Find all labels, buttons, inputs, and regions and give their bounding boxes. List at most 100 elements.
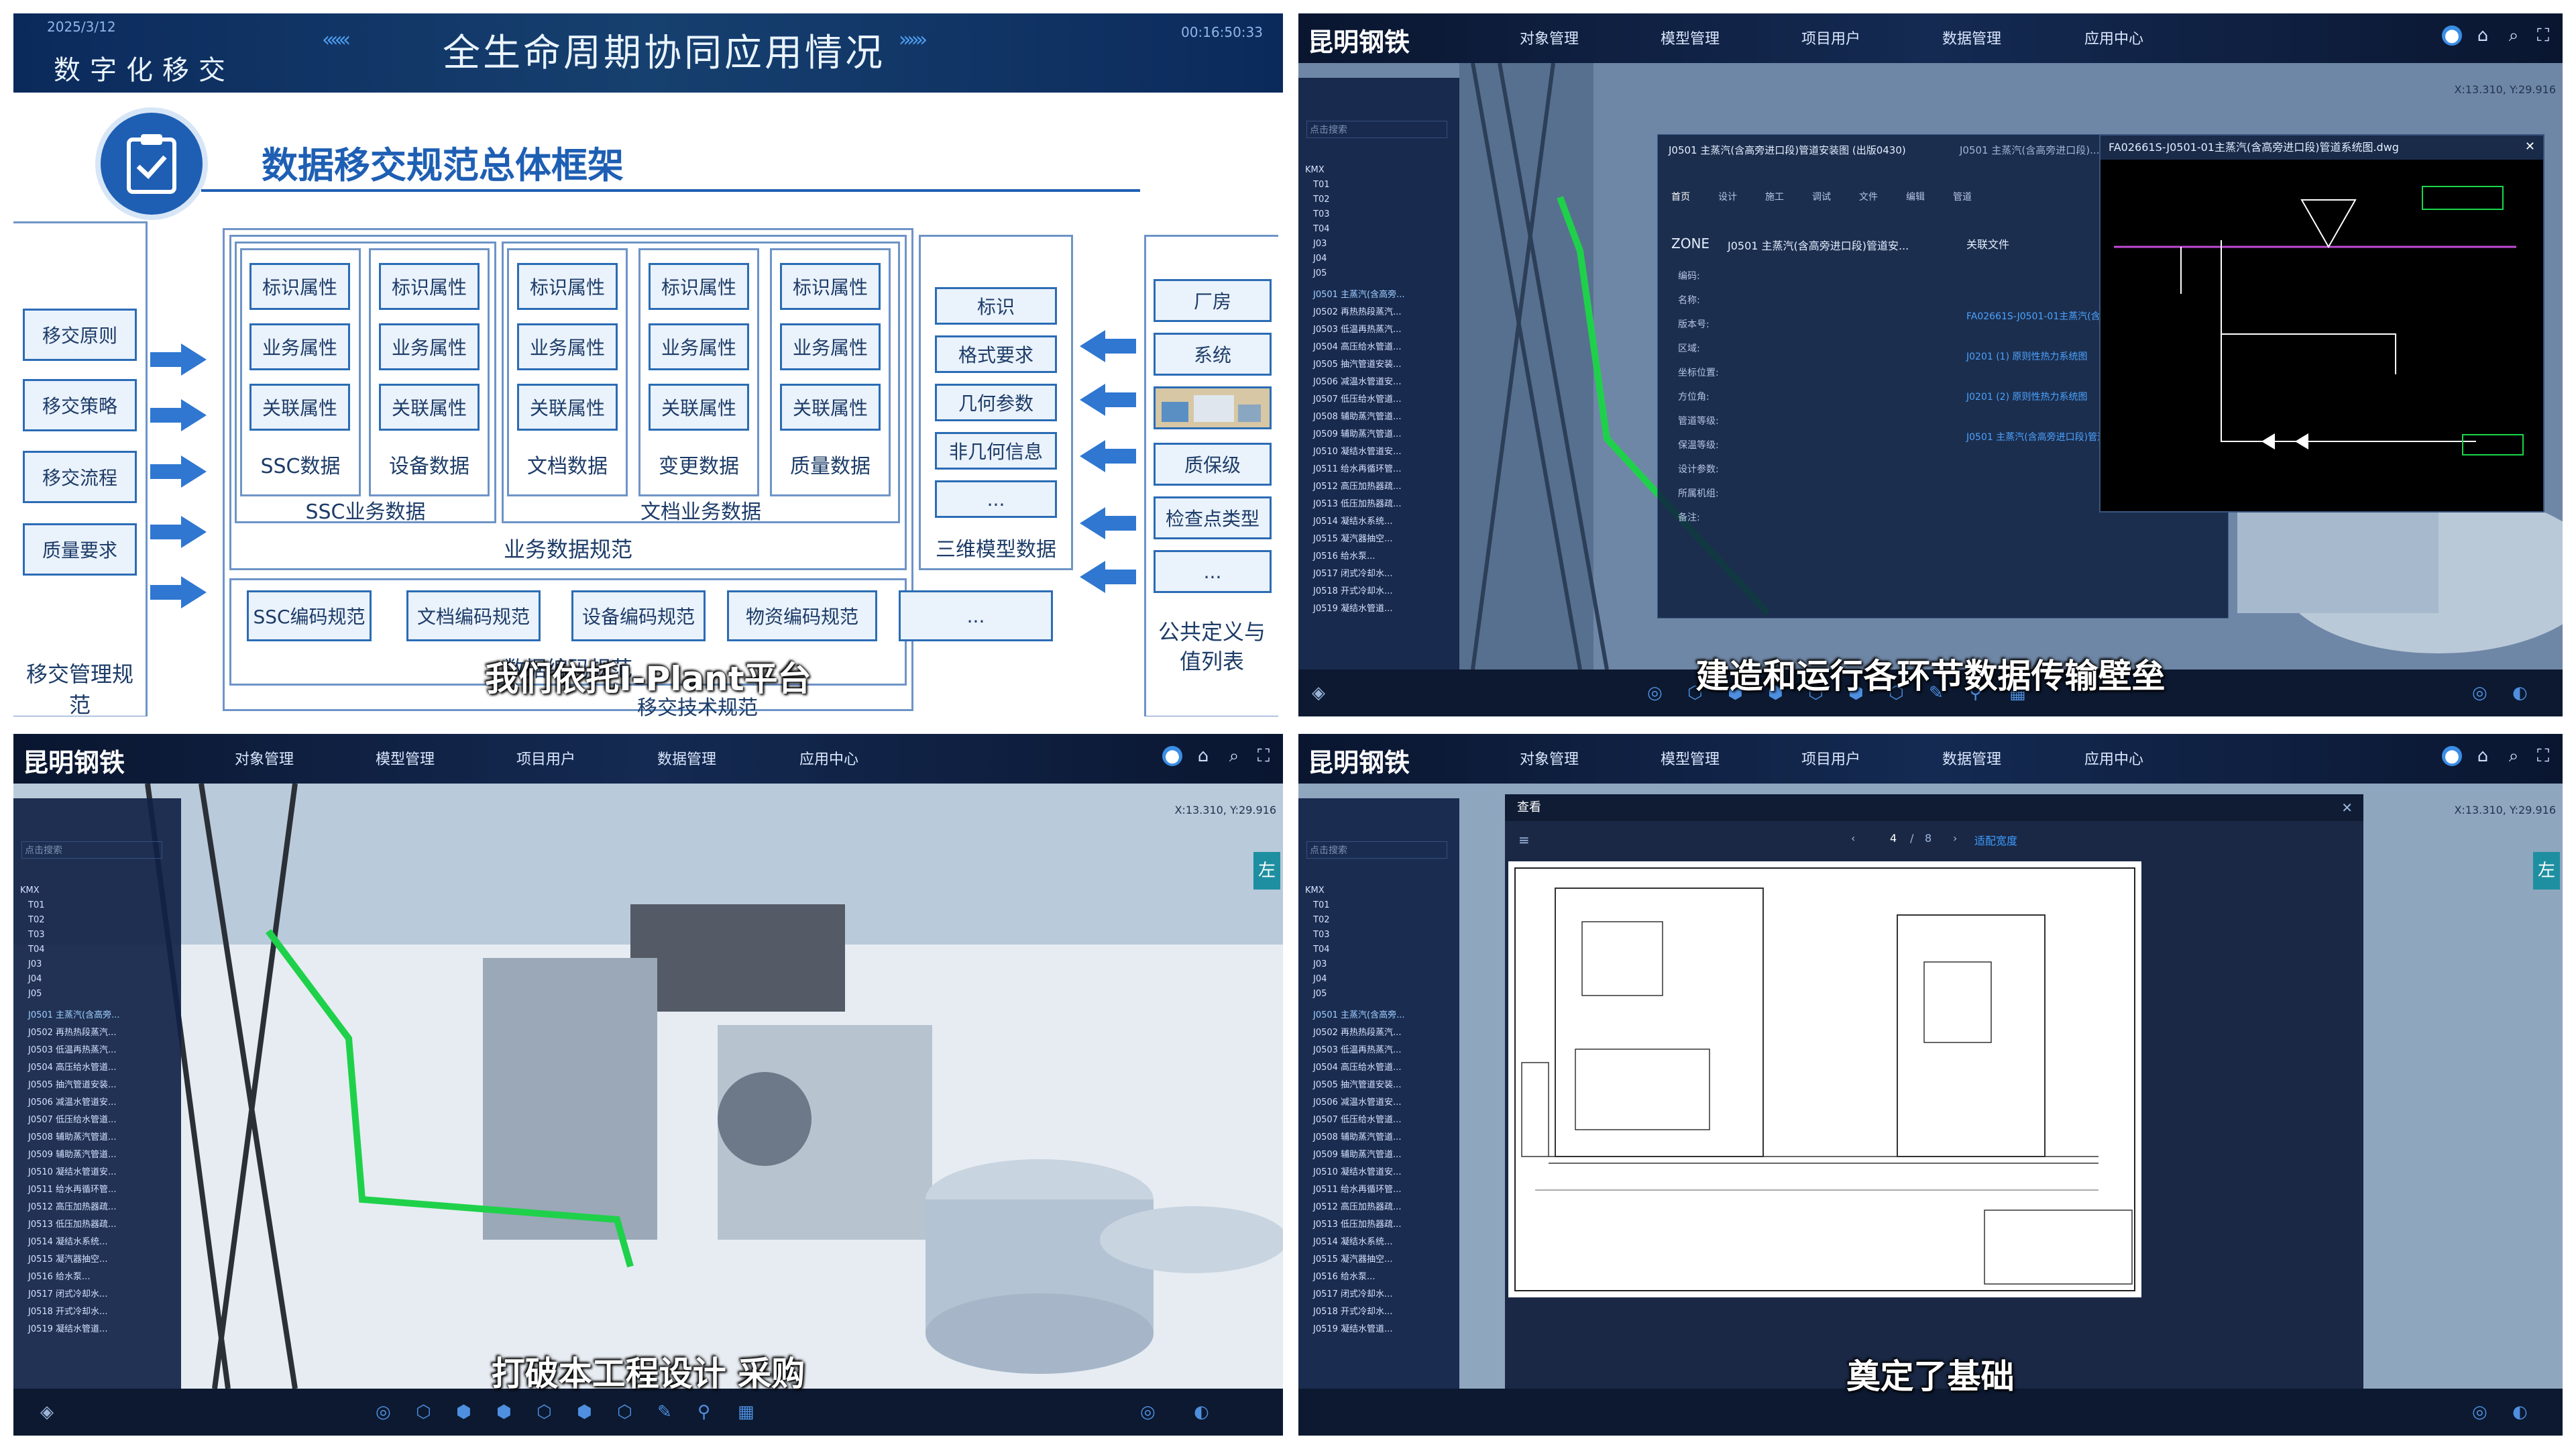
tree-search-input[interactable]: 点击搜索 xyxy=(21,841,162,859)
tree-item[interactable]: J0506 减温水管道安... xyxy=(1313,1095,1401,1108)
tree-item[interactable]: J0507 低压给水管道... xyxy=(28,1112,116,1125)
nav-data-mgmt[interactable]: 数据管理 xyxy=(657,747,716,769)
search-icon[interactable]: ⌕ xyxy=(2504,746,2524,766)
tree-item[interactable]: J0503 低温再热蒸汽... xyxy=(1313,322,1401,335)
tree-node[interactable]: J05 xyxy=(28,989,42,999)
tree-item[interactable]: J0514 凝结水系统... xyxy=(1313,514,1392,527)
tool-icon[interactable]: ◐ xyxy=(1194,1402,1209,1422)
tree-node[interactable]: T02 xyxy=(1313,195,1329,205)
user-avatar-icon[interactable]: ● xyxy=(1162,746,1182,766)
view-left-badge[interactable]: 左 xyxy=(1253,852,1280,890)
tree-node[interactable]: T04 xyxy=(1313,224,1329,234)
nav-data-mgmt[interactable]: 数据管理 xyxy=(1942,27,2001,48)
tree-item[interactable]: J0504 高压给水管道... xyxy=(1313,1060,1401,1073)
tree-item[interactable]: J0502 再热热段蒸汽... xyxy=(28,1025,116,1038)
tree-node[interactable]: J04 xyxy=(1313,974,1327,984)
tree-item[interactable]: J0517 闭式冷却水... xyxy=(28,1287,107,1299)
nav-object-mgmt[interactable]: 对象管理 xyxy=(1520,747,1579,769)
tree-item[interactable]: J0518 开式冷却水... xyxy=(28,1304,107,1317)
tree-item[interactable]: J0506 减温水管道安... xyxy=(1313,374,1401,387)
tree-item[interactable]: J0514 凝结水系统... xyxy=(1313,1234,1392,1247)
tree-node[interactable]: T03 xyxy=(28,930,44,940)
cad-drawing-page[interactable] xyxy=(1508,861,2141,1297)
subtab-edit[interactable]: 编辑 xyxy=(1906,190,1925,203)
nav-project-users[interactable]: 项目用户 xyxy=(516,747,575,769)
tree-item[interactable]: J0505 抽汽管道安装... xyxy=(1313,1077,1401,1090)
tool-icon[interactable]: ⬡ xyxy=(416,1402,431,1422)
tree-search-input[interactable]: 点击搜索 xyxy=(1306,841,1447,859)
fullscreen-icon[interactable]: ⛶ xyxy=(1253,746,1274,766)
tree-item[interactable]: J0501 主蒸汽(含高旁... xyxy=(1313,1008,1405,1020)
related-file-link[interactable]: J0201 (2) 原则性热力系统图 xyxy=(1966,390,2088,403)
tree-item[interactable]: J0501 主蒸汽(含高旁... xyxy=(28,1008,120,1020)
tree-item[interactable]: J0510 凝结水管道安... xyxy=(1313,444,1401,457)
home-icon[interactable]: ⌂ xyxy=(1193,746,1213,766)
tree-item[interactable]: J0502 再热热段蒸汽... xyxy=(1313,305,1401,317)
tree-item[interactable]: J0509 辅助蒸汽管道... xyxy=(1313,427,1401,439)
tree-item[interactable]: J0511 给水再循环管... xyxy=(1313,462,1401,474)
search-icon[interactable]: ⌕ xyxy=(2504,25,2524,46)
tree-item[interactable]: J0503 低温再热蒸汽... xyxy=(1313,1042,1401,1055)
next-page-icon[interactable]: › xyxy=(1953,832,1957,845)
tool-icon[interactable]: ⬡ xyxy=(537,1402,552,1422)
tree-node[interactable]: J04 xyxy=(28,974,42,984)
tree-node[interactable]: T04 xyxy=(28,945,44,955)
tree-item[interactable]: J0516 给水泵... xyxy=(1313,1269,1375,1282)
nav-object-mgmt[interactable]: 对象管理 xyxy=(1520,27,1579,48)
tree-item[interactable]: J0518 开式冷却水... xyxy=(1313,1304,1392,1317)
tree-item[interactable]: J0518 开式冷却水... xyxy=(1313,584,1392,596)
tree-item[interactable]: J0513 低压加热器疏... xyxy=(1313,1217,1401,1230)
search-icon[interactable]: ⌕ xyxy=(1224,746,1244,766)
tree-item[interactable]: J0511 给水再循环管... xyxy=(1313,1182,1401,1195)
tree-node[interactable]: J05 xyxy=(1313,268,1327,278)
fit-width-button[interactable]: 适配宽度 xyxy=(1974,832,2017,848)
tree-item[interactable]: J0508 辅助蒸汽管道... xyxy=(28,1130,116,1142)
tree-item[interactable]: J0515 凝汽器抽空... xyxy=(1313,1252,1392,1265)
view-left-badge[interactable]: 左 xyxy=(2533,852,2560,890)
tree-item[interactable]: J0502 再热热段蒸汽... xyxy=(1313,1025,1401,1038)
tree-node[interactable]: T02 xyxy=(28,915,44,925)
tree-item[interactable]: J0517 闭式冷却水... xyxy=(1313,566,1392,579)
prev-page-icon[interactable]: ‹ xyxy=(1851,832,1855,845)
tree-node[interactable]: J03 xyxy=(1313,959,1327,969)
3d-scene-viewport[interactable] xyxy=(13,784,1283,1389)
tree-item[interactable]: J0505 抽汽管道安装... xyxy=(1313,357,1401,370)
tree-item[interactable]: J0512 高压加热器疏... xyxy=(1313,1199,1401,1212)
tree-item[interactable]: J0512 高压加热器疏... xyxy=(1313,479,1401,492)
user-avatar-icon[interactable]: ● xyxy=(2442,25,2462,46)
tree-node[interactable]: J05 xyxy=(1313,989,1327,999)
tree-item[interactable]: J0513 低压加热器疏... xyxy=(28,1217,116,1230)
tree-item[interactable]: J0513 低压加热器疏... xyxy=(1313,496,1401,509)
nav-project-users[interactable]: 项目用户 xyxy=(1801,27,1860,48)
tree-item[interactable]: J0508 辅助蒸汽管道... xyxy=(1313,1130,1401,1142)
tree-search-input[interactable]: 点击搜索 xyxy=(1306,121,1447,138)
tree-item[interactable]: J0510 凝结水管道安... xyxy=(28,1165,116,1177)
tree-root-kmx[interactable]: KMX xyxy=(20,885,40,896)
tree-item[interactable]: J0505 抽汽管道安装... xyxy=(28,1077,116,1090)
tree-item[interactable]: J0517 闭式冷却水... xyxy=(1313,1287,1392,1299)
nav-data-mgmt[interactable]: 数据管理 xyxy=(1942,747,2001,769)
tree-item[interactable]: J0503 低温再热蒸汽... xyxy=(28,1042,116,1055)
tree-item[interactable]: J0519 凝结水管道... xyxy=(1313,601,1392,614)
tool-icon[interactable]: ⬡ xyxy=(617,1402,632,1422)
tree-item[interactable]: J0516 给水泵... xyxy=(28,1269,90,1282)
user-avatar-icon[interactable]: ● xyxy=(2442,746,2462,766)
tree-item[interactable]: J0504 高压给水管道... xyxy=(1313,339,1401,352)
tree-root-kmx[interactable]: KMX xyxy=(1305,165,1325,175)
subtab-home[interactable]: 首页 xyxy=(1671,190,1690,203)
tool-icon[interactable]: ⬢ xyxy=(456,1402,471,1422)
layers-icon[interactable]: ◈ xyxy=(40,1402,54,1422)
menu-icon[interactable]: ≡ xyxy=(1518,832,1530,848)
nav-app-center[interactable]: 应用中心 xyxy=(2084,747,2143,769)
close-icon[interactable]: ✕ xyxy=(2341,800,2353,816)
current-page[interactable]: 4 xyxy=(1890,832,1897,845)
nav-model-mgmt[interactable]: 模型管理 xyxy=(1661,747,1720,769)
tool-icon[interactable]: ✎ xyxy=(657,1402,672,1422)
tree-item[interactable]: J0507 低压给水管道... xyxy=(1313,392,1401,405)
tree-item[interactable]: J0507 低压给水管道... xyxy=(1313,1112,1401,1125)
close-icon[interactable]: ✕ xyxy=(2525,140,2535,154)
tool-icon[interactable]: ◎ xyxy=(2472,1402,2487,1422)
tree-item[interactable]: J0509 辅助蒸汽管道... xyxy=(28,1147,116,1160)
tree-item[interactable]: J0512 高压加热器疏... xyxy=(28,1199,116,1212)
tree-item[interactable]: J0511 给水再循环管... xyxy=(28,1182,116,1195)
